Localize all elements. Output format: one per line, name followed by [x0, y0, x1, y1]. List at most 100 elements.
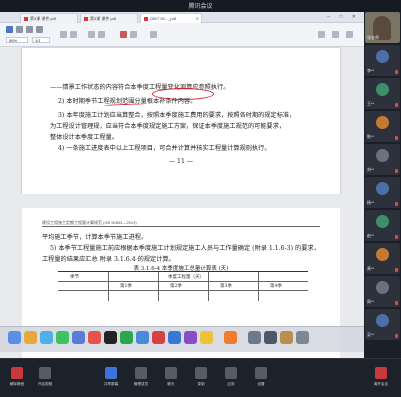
- participant-name: 王**: [367, 101, 375, 106]
- pdf-icon: [84, 16, 88, 21]
- qq-icon[interactable]: [104, 331, 117, 344]
- trash-icon[interactable]: [296, 331, 309, 344]
- table-col: 第3季: [220, 284, 232, 289]
- avatar: [376, 215, 389, 228]
- video-button[interactable]: 开启视频: [34, 365, 56, 389]
- open-icon[interactable]: [16, 26, 23, 33]
- participant-tile[interactable]: 黄**: [365, 243, 400, 274]
- messages-icon[interactable]: [56, 331, 69, 344]
- participant-tile[interactable]: 赵**: [365, 210, 400, 241]
- participant-name: 张老师: [367, 35, 379, 40]
- control-label: 离开会议: [373, 382, 389, 386]
- participant-tile[interactable]: 陈**: [365, 111, 400, 142]
- settings-icon[interactable]: [332, 31, 339, 38]
- avatar: [376, 149, 389, 162]
- apps-button[interactable]: 应用: [220, 365, 242, 389]
- browser-tab[interactable]: 第4课 课件.pdf: [20, 13, 78, 23]
- print-icon[interactable]: [36, 26, 43, 33]
- record-button[interactable]: 录制: [190, 365, 212, 389]
- meeting-title: 腾讯会议: [188, 4, 213, 10]
- office-icon[interactable]: [224, 331, 237, 344]
- save-icon[interactable]: [26, 26, 33, 33]
- safari-icon[interactable]: [40, 331, 53, 344]
- muted-mic-icon: [395, 202, 398, 206]
- table-rule: [208, 272, 209, 301]
- wechat-icon[interactable]: [120, 331, 133, 344]
- tab-label: GB/T 50..._pdf: [150, 16, 176, 21]
- participant-tile[interactable]: 刘**: [365, 144, 400, 175]
- mail-icon[interactable]: [72, 331, 85, 344]
- launchpad-icon[interactable]: [24, 331, 37, 344]
- more-icon[interactable]: [318, 31, 325, 38]
- settings-app-icon[interactable]: [248, 331, 261, 344]
- pen-annotation-underline: [103, 103, 145, 107]
- participant-tile[interactable]: 周**: [365, 276, 400, 307]
- meeting-control-bar: 解除静音 开启视频 共享屏幕 管理成员 聊天 录制 应用 设置 离开会议: [0, 358, 401, 397]
- meeting-app-icon[interactable]: [168, 331, 181, 344]
- participant-name: 赵**: [367, 233, 375, 238]
- shared-screen: 第4课 课件.pdf 第3课 课件.pdf GB/T 50..._pdf ✕ –…: [0, 12, 364, 358]
- search-icon[interactable]: [150, 31, 157, 38]
- data-table: 季节 季度工程量（天） 第1季 第2季 第3季 第4季: [58, 271, 308, 301]
- table-rule: [108, 272, 109, 301]
- muted-mic-icon: [395, 169, 398, 173]
- participant-tile[interactable]: 李**: [365, 45, 400, 76]
- control-label: 共享屏幕: [103, 382, 119, 386]
- control-label: 开启视频: [37, 382, 53, 386]
- doc-line: 工程量的结果应汇总 附录 3.1.6.4 的规定计算。: [42, 256, 175, 263]
- table-header: 季度工程量（天）: [168, 275, 204, 280]
- window-controls[interactable]: – □ ✕: [327, 14, 360, 20]
- browser-icon[interactable]: [136, 331, 149, 344]
- files-icon[interactable]: [200, 331, 213, 344]
- annotate-icon[interactable]: [120, 31, 127, 38]
- pdf-toolbar: 58% 1/1: [0, 23, 364, 47]
- avatar: [376, 182, 389, 195]
- browser-tab[interactable]: 第3课 课件.pdf: [80, 13, 138, 23]
- wps-icon[interactable]: [152, 331, 165, 344]
- avatar: [376, 50, 389, 63]
- participant-tile[interactable]: 吴**: [365, 309, 400, 340]
- leave-meeting-button[interactable]: 离开会议: [370, 365, 392, 389]
- table-rule: [58, 281, 308, 282]
- participant-name: 刘**: [367, 167, 375, 172]
- folder-icon[interactable]: [280, 331, 293, 344]
- muted-mic-icon: [395, 301, 398, 305]
- calendar-icon[interactable]: [88, 331, 101, 344]
- participant-tile[interactable]: 王**: [365, 78, 400, 109]
- table-col: 第4季: [270, 284, 282, 289]
- members-button[interactable]: 管理成员: [130, 365, 152, 389]
- settings-button[interactable]: 设置: [250, 365, 272, 389]
- notes-icon[interactable]: [184, 331, 197, 344]
- pdf-icon: [24, 16, 28, 21]
- table-rule: [258, 272, 259, 301]
- table-col: 第1季: [120, 284, 132, 289]
- fit-page-icon[interactable]: [98, 31, 105, 38]
- header-rule: [42, 226, 320, 227]
- members-icon: [135, 367, 147, 379]
- finder-icon[interactable]: [8, 331, 21, 344]
- participant-tile[interactable]: 张老师: [365, 12, 400, 43]
- home-icon[interactable]: [6, 26, 13, 33]
- rotate-icon[interactable]: [88, 31, 95, 38]
- participant-tile[interactable]: 杨**: [365, 177, 400, 208]
- close-tab-icon[interactable]: ✕: [196, 16, 199, 21]
- control-label: 聊天: [167, 382, 175, 386]
- participant-name: 杨**: [367, 200, 375, 205]
- downloads-icon[interactable]: [264, 331, 277, 344]
- doc-line: 5) 本季节工程量施工前应根据本季度施工计划规定施工人员与工作量确定 (附录 1…: [50, 245, 320, 252]
- share-screen-button[interactable]: 共享屏幕: [100, 365, 122, 389]
- doc-line: 为工程设计管理规，应当符合本季度规定施工方案，保证本季度施工规范的可能要求，: [50, 123, 286, 130]
- chat-button[interactable]: 聊天: [160, 365, 182, 389]
- prev-page-icon[interactable]: [60, 31, 67, 38]
- browser-tab-active[interactable]: GB/T 50..._pdf ✕: [140, 13, 202, 23]
- highlight-icon[interactable]: [130, 31, 137, 38]
- page-input[interactable]: 1/1: [32, 37, 50, 43]
- muted-mic-icon: [395, 136, 398, 140]
- camera-icon: [39, 367, 51, 379]
- next-page-icon[interactable]: [70, 31, 77, 38]
- mic-icon: [11, 367, 23, 379]
- mute-button[interactable]: 解除静音: [6, 365, 28, 389]
- chat-icon: [165, 367, 177, 379]
- zoom-select[interactable]: 58%: [6, 37, 28, 43]
- fullscreen-icon[interactable]: [346, 31, 353, 38]
